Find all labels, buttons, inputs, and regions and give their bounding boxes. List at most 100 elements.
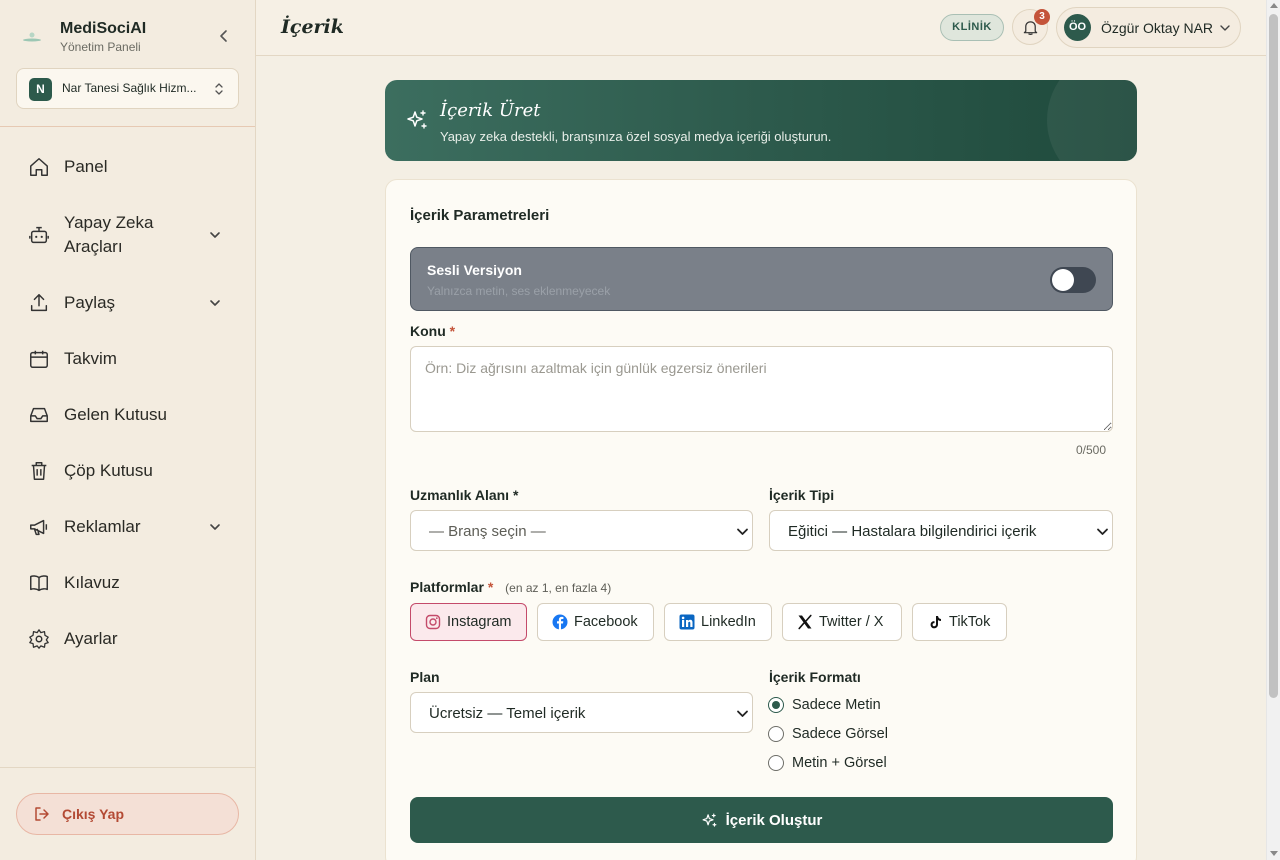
sidebar: MediSociAI Yönetim Paneli N Nar Tanesi S… <box>0 0 256 860</box>
tiktok-icon <box>930 616 941 629</box>
chevron-down-icon <box>210 524 220 530</box>
avatar: ÖO <box>1064 14 1091 41</box>
radio-button[interactable] <box>768 726 784 742</box>
radio-button[interactable] <box>768 697 784 713</box>
hero-decoration <box>1047 80 1137 161</box>
page-scrollbar[interactable] <box>1266 0 1280 860</box>
sidebar-item-share[interactable]: Paylaş <box>28 291 228 315</box>
sidebar-item-ai-tools[interactable]: Yapay Zeka Araçları <box>28 211 228 259</box>
format-option-text-and-image[interactable]: Metin + Görsel <box>768 755 887 771</box>
create-content-label: İçerik Oluştur <box>725 811 823 829</box>
topic-label: Konu * <box>410 323 455 339</box>
sidebar-item-calendar[interactable]: Takvim <box>28 347 228 371</box>
sparkles-icon <box>702 813 717 827</box>
voice-version-subtitle: Yalnızca metin, ses eklenmeyecek <box>427 284 611 298</box>
x-icon <box>798 614 812 630</box>
organization-select[interactable]: N Nar Tanesi Sağlık Hizm... <box>16 68 239 109</box>
content-type-select[interactable]: Eğitici — Hastalara bilgilendirici içeri… <box>769 510 1113 551</box>
user-name: Özgür Oktay NAR <box>1101 20 1214 36</box>
sidebar-item-label: Panel <box>64 157 108 176</box>
create-content-button[interactable]: İçerik Oluştur <box>410 797 1113 843</box>
chevron-down-icon <box>1220 25 1230 31</box>
content-type-selected-value: Eğitici — Hastalara bilgilendirici içeri… <box>788 523 1037 540</box>
notification-count-badge: 3 <box>1034 9 1050 25</box>
required-mark: * <box>487 579 494 595</box>
specialty-selected-value: — Branş seçin — <box>429 523 546 540</box>
platforms-hint: (en az 1, en fazla 4) <box>505 581 612 595</box>
platform-label: Facebook <box>574 614 638 630</box>
brand-name: MediSociAI <box>60 20 147 37</box>
calendar-icon <box>30 350 48 368</box>
sparkles-icon <box>407 110 427 129</box>
platform-linkedin[interactable]: LinkedIn <box>664 603 772 641</box>
gear-icon <box>29 629 49 649</box>
chevron-up-down-icon <box>215 83 223 95</box>
platform-tiktok[interactable]: TikTok <box>912 603 1007 641</box>
logout-label: Çıkış Yap <box>62 806 125 822</box>
content-format-label: İçerik Formatı <box>769 669 861 685</box>
topic-label-text: Konu <box>410 323 446 339</box>
platform-twitter-x[interactable]: Twitter / X <box>782 603 902 641</box>
sidebar-item-label: Paylaş <box>64 293 116 312</box>
plan-select[interactable]: Ücretsiz — Temel içerik <box>410 692 753 733</box>
scroll-down-arrow-icon[interactable] <box>1270 851 1278 856</box>
sidebar-item-ads[interactable]: Reklamlar <box>28 515 228 539</box>
logo-icon <box>23 32 41 42</box>
sidebar-divider <box>0 767 255 768</box>
scroll-up-arrow-icon[interactable] <box>1270 3 1278 8</box>
form-title: İçerik Parametreleri <box>410 207 550 224</box>
organization-initial: N <box>29 78 52 101</box>
platforms-label: Platformlar * (en az 1, en fazla 4) <box>410 579 611 595</box>
platform-instagram[interactable]: Instagram <box>410 603 527 641</box>
home-icon <box>30 158 48 176</box>
specialty-select[interactable]: — Branş seçin — <box>410 510 753 551</box>
scrollbar-thumb[interactable] <box>1269 14 1278 698</box>
specialty-label: Uzmanlık Alanı * <box>410 487 519 503</box>
logout-icon <box>35 807 49 821</box>
sidebar-item-guide[interactable]: Kılavuz <box>28 571 228 595</box>
role-badge: KLİNİK <box>940 14 1004 41</box>
radio-button[interactable] <box>768 755 784 771</box>
megaphone-icon <box>30 519 48 536</box>
user-menu-button[interactable]: ÖO Özgür Oktay NAR <box>1056 7 1241 48</box>
voice-version-toggle[interactable] <box>1050 267 1096 293</box>
top-header: İçerik KLİNİK 3 ÖO Özgür Oktay NAR <box>256 0 1266 56</box>
upload-icon <box>30 294 48 312</box>
topic-character-counter: 0/500 <box>1076 443 1107 457</box>
sidebar-item-label: Gelen Kutusu <box>64 405 168 424</box>
plan-selected-value: Ücretsiz — Temel içerik <box>429 705 586 722</box>
format-option-image-only[interactable]: Sadece Görsel <box>768 726 888 742</box>
chevron-down-icon <box>210 300 220 306</box>
sidebar-item-inbox[interactable]: Gelen Kutusu <box>28 403 228 427</box>
linkedin-icon <box>679 614 695 630</box>
inbox-icon <box>30 407 48 423</box>
sidebar-item-trash[interactable]: Çöp Kutusu <box>28 459 228 483</box>
sidebar-item-settings[interactable]: Ayarlar <box>28 627 228 651</box>
radio-label: Metin + Görsel <box>792 755 887 771</box>
topic-textarea[interactable] <box>410 346 1113 432</box>
chevron-down-icon <box>210 232 220 238</box>
sidebar-item-label: Takvim <box>64 349 117 368</box>
sidebar-divider <box>0 126 255 127</box>
voice-version-panel: Sesli Versiyon Yalnızca metin, ses eklen… <box>410 247 1113 311</box>
content-form-card: İçerik Parametreleri Sesli Versiyon Yaln… <box>385 179 1137 860</box>
logout-button[interactable]: Çıkış Yap <box>16 793 239 835</box>
sidebar-item-label: Reklamlar <box>64 517 141 536</box>
hero-subtitle: Yapay zeka destekli, branşınıza özel sos… <box>440 129 832 144</box>
format-option-text-only[interactable]: Sadece Metin <box>768 697 881 713</box>
brand-subtitle: Yönetim Paneli <box>60 40 141 54</box>
hero-banner: İçerik Üret Yapay zeka destekli, branşın… <box>385 80 1137 161</box>
sidebar-item-label: Ayarlar <box>64 629 118 648</box>
sidebar-item-panel[interactable]: Panel <box>28 155 228 179</box>
platform-label: LinkedIn <box>701 614 756 630</box>
collapse-sidebar-icon[interactable] <box>214 26 234 46</box>
platform-facebook[interactable]: Facebook <box>537 603 654 641</box>
toggle-knob <box>1052 269 1074 291</box>
page-title: İçerik <box>281 16 344 38</box>
chevron-down-icon <box>737 528 748 535</box>
instagram-icon <box>425 614 441 630</box>
platform-label: Twitter / X <box>819 614 884 630</box>
chevron-down-icon <box>1097 528 1108 535</box>
organization-name: Nar Tanesi Sağlık Hizm... <box>62 81 197 95</box>
radio-label: Sadece Görsel <box>792 726 888 742</box>
